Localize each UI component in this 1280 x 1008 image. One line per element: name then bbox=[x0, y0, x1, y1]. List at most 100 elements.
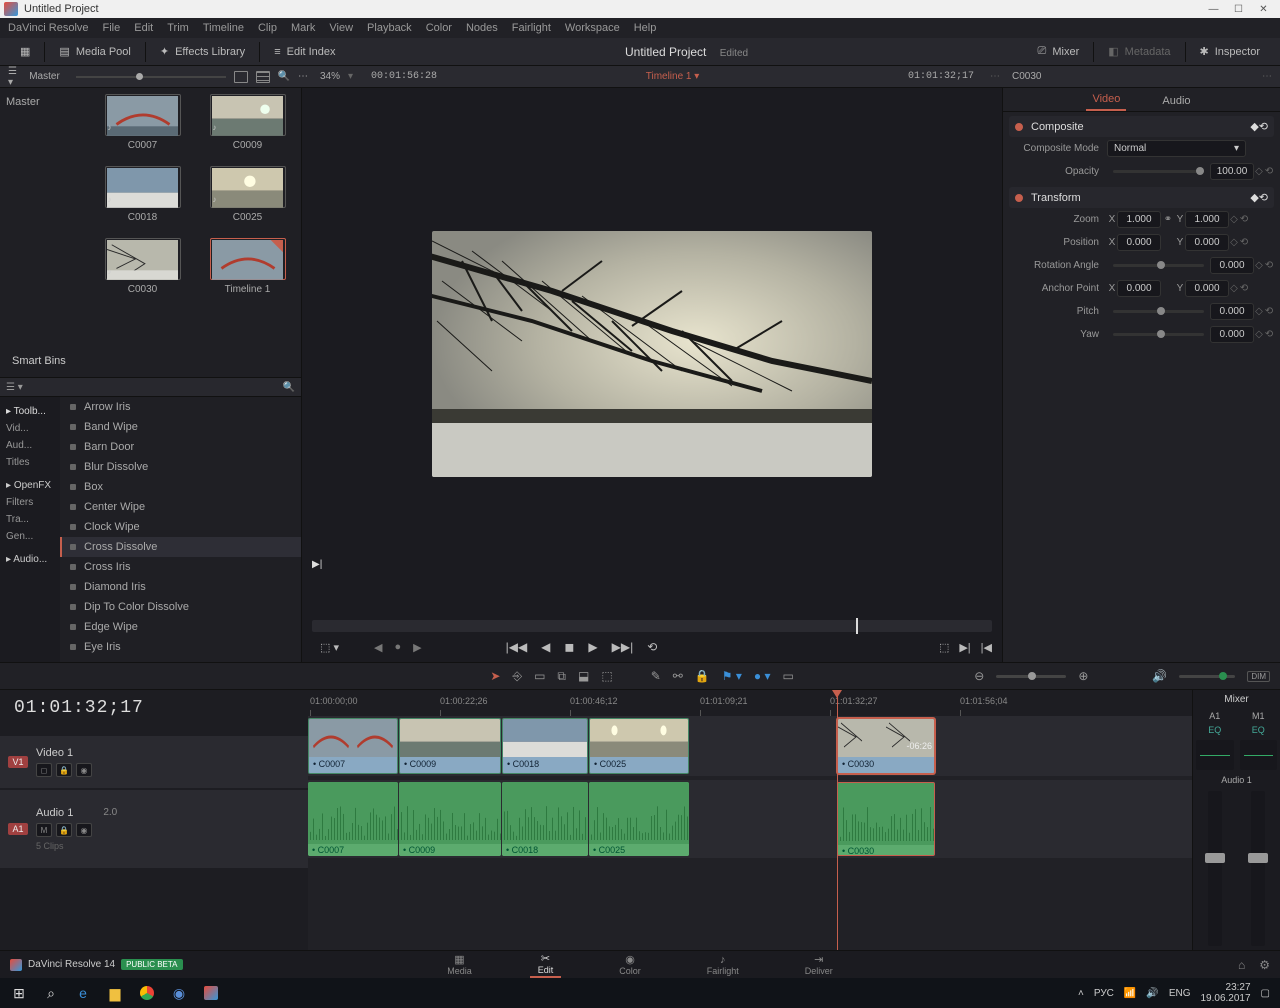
page-media[interactable]: ▦Media bbox=[439, 952, 480, 977]
layout-icon[interactable]: ▦ bbox=[8, 38, 42, 66]
audio-clip[interactable]: • C0018 bbox=[502, 782, 588, 856]
tab-audio[interactable]: Audio bbox=[1156, 91, 1196, 111]
audio-clip[interactable]: • C0025 bbox=[589, 782, 689, 856]
fx-item[interactable]: Eye Iris bbox=[60, 637, 301, 657]
zoom-out-icon[interactable]: ⊖ bbox=[974, 669, 984, 683]
inspector-options-icon[interactable]: ⋯ bbox=[1262, 71, 1272, 82]
clip-thumb[interactable]: ♪ C0030 bbox=[95, 238, 190, 304]
pos-x[interactable]: 0.000 bbox=[1117, 234, 1161, 251]
fx-item[interactable]: Barn Door bbox=[60, 437, 301, 457]
fx-cat[interactable]: Vid... bbox=[4, 420, 56, 437]
nav-prev-icon[interactable]: ◀ bbox=[374, 641, 382, 654]
auto-select-icon[interactable]: ◻ bbox=[36, 763, 52, 777]
menu-nodes[interactable]: Nodes bbox=[466, 22, 498, 34]
transform-header[interactable]: Transform◆ ⟲ bbox=[1009, 187, 1274, 208]
rotation-value[interactable]: 0.000 bbox=[1210, 257, 1254, 274]
clip-thumb[interactable]: ♪ C0007 bbox=[95, 94, 190, 160]
minimize-button[interactable]: — bbox=[1201, 1, 1226, 17]
fx-item[interactable]: Diamond Iris bbox=[60, 577, 301, 597]
clip-thumb[interactable]: ♪ C0025 bbox=[200, 166, 295, 232]
fx-item[interactable]: Heart bbox=[60, 657, 301, 662]
fx-item[interactable]: Edge Wipe bbox=[60, 617, 301, 637]
fx-item[interactable]: Band Wipe bbox=[60, 417, 301, 437]
video-clip[interactable]: • C0030-06:26 bbox=[837, 718, 935, 774]
step-back-button[interactable]: ◀ bbox=[541, 640, 550, 654]
mixer-button[interactable]: ⎚ Mixer bbox=[1026, 38, 1092, 66]
composite-header[interactable]: Composite◆ ⟲ bbox=[1009, 116, 1274, 137]
menu-davinci[interactable]: DaVinci Resolve bbox=[8, 22, 89, 34]
fx-item[interactable]: Box bbox=[60, 477, 301, 497]
pos-y[interactable]: 0.000 bbox=[1185, 234, 1229, 251]
tray-lang[interactable]: РУС bbox=[1094, 988, 1114, 999]
yaw-slider[interactable] bbox=[1113, 333, 1204, 336]
eq-graph[interactable] bbox=[1196, 740, 1234, 770]
fx-item[interactable]: Arrow Iris bbox=[60, 397, 301, 417]
list-view-icon[interactable] bbox=[256, 71, 270, 83]
video-track[interactable]: • C0007• C0009• C0018• C0025• C0030-06:2… bbox=[308, 716, 1192, 776]
zoom-in-icon[interactable]: ⊕ bbox=[1078, 669, 1088, 683]
marker-icon[interactable]: ● ▾ bbox=[754, 669, 771, 683]
razor-icon[interactable]: ✎ bbox=[651, 669, 661, 683]
lock-track-icon[interactable]: 🔒 bbox=[56, 763, 72, 777]
zoom-slider[interactable] bbox=[996, 675, 1066, 678]
reset-icon[interactable]: ⟲ bbox=[1264, 166, 1274, 177]
tray-volume-icon[interactable]: 🔊 bbox=[1146, 988, 1158, 999]
bin-name[interactable]: Master bbox=[29, 71, 60, 82]
edge-icon[interactable]: e bbox=[68, 980, 98, 1006]
prev-clip-icon[interactable]: |◀ bbox=[981, 641, 992, 654]
fx-item[interactable]: Blur Dissolve bbox=[60, 457, 301, 477]
menu-help[interactable]: Help bbox=[634, 22, 657, 34]
clip-thumb[interactable]: ♪ C0009 bbox=[200, 94, 295, 160]
overwrite-icon[interactable]: ⧉ bbox=[557, 669, 566, 684]
snap-icon[interactable]: ▭ bbox=[783, 669, 794, 683]
metadata-button[interactable]: ◧ Metadata bbox=[1096, 38, 1182, 66]
tray-chevron-icon[interactable]: ˄ bbox=[1078, 988, 1084, 999]
fx-cat[interactable]: Filters bbox=[4, 494, 56, 511]
fx-cat[interactable]: Gen... bbox=[4, 528, 56, 545]
video-clip[interactable]: • C0007 bbox=[308, 718, 398, 774]
page-fairlight[interactable]: ♪Fairlight bbox=[699, 953, 747, 977]
video-clip[interactable]: • C0018 bbox=[502, 718, 588, 774]
timeline-ruler[interactable]: 01:00:00;0001:00:22;2601:00:46;1201:01:0… bbox=[308, 690, 1192, 716]
loop-button[interactable]: ⟲ bbox=[647, 640, 657, 654]
play-button[interactable]: ▶ bbox=[588, 640, 597, 654]
fit-icon[interactable]: ⬚ bbox=[601, 669, 612, 683]
menu-mark[interactable]: Mark bbox=[291, 22, 315, 34]
next-edit-icon[interactable]: ▶| bbox=[312, 559, 322, 570]
fx-item[interactable]: Center Wipe bbox=[60, 497, 301, 517]
menu-timeline[interactable]: Timeline bbox=[203, 22, 244, 34]
lock-icon[interactable]: 🔒 bbox=[695, 669, 710, 683]
video-clip[interactable]: • C0025 bbox=[589, 718, 689, 774]
edit-index-button[interactable]: ≡ Edit Index bbox=[262, 38, 347, 66]
opacity-slider[interactable] bbox=[1113, 170, 1204, 173]
keyframe-icon[interactable]: ◇ bbox=[1254, 166, 1264, 177]
blade-tool-icon[interactable]: ⎆ bbox=[512, 669, 522, 684]
page-edit[interactable]: ✂Edit bbox=[530, 951, 562, 978]
explorer-icon[interactable]: ▆ bbox=[100, 980, 130, 1006]
clip-thumb[interactable]: Timeline 1 bbox=[200, 238, 295, 304]
tray-ime[interactable]: ENG bbox=[1169, 988, 1191, 999]
home-icon[interactable]: ⌂ bbox=[1238, 958, 1245, 972]
disable-track-icon[interactable]: ◉ bbox=[76, 763, 92, 777]
page-deliver[interactable]: ⇥Deliver bbox=[797, 952, 841, 977]
zoom-x[interactable]: 1.000 bbox=[1117, 211, 1161, 228]
settings-icon[interactable]: ⚙ bbox=[1259, 958, 1270, 972]
fx-search-icon[interactable]: 🔍 bbox=[283, 382, 295, 393]
audio-track[interactable]: • C0007• C0009• C0018• C0025• C0030 bbox=[308, 780, 1192, 858]
zoom-pct[interactable]: 34% bbox=[320, 71, 340, 82]
menu-trim[interactable]: Trim bbox=[167, 22, 189, 34]
link-icon[interactable]: ⚯ bbox=[673, 669, 683, 683]
audio-clip[interactable]: • C0007 bbox=[308, 782, 398, 856]
mute-track-icon[interactable]: M bbox=[36, 823, 52, 837]
match-frame-icon[interactable]: ⬚ bbox=[939, 641, 949, 654]
go-start-button[interactable]: |◀◀ bbox=[506, 640, 528, 654]
maximize-button[interactable]: ☐ bbox=[1226, 1, 1251, 17]
audio-clip[interactable]: • C0030 bbox=[837, 782, 935, 856]
overlay-icon[interactable]: ⬚ ▾ bbox=[320, 641, 339, 654]
zoom-y[interactable]: 1.000 bbox=[1185, 211, 1229, 228]
video-track-header[interactable]: V1 Video 1 ◻🔒◉ bbox=[0, 736, 308, 788]
volume-slider[interactable] bbox=[1179, 675, 1235, 678]
fader-m1[interactable] bbox=[1251, 791, 1265, 946]
close-button[interactable]: ✕ bbox=[1251, 1, 1276, 17]
bin-dropdown-icon[interactable]: ☰ ▾ bbox=[8, 66, 21, 88]
